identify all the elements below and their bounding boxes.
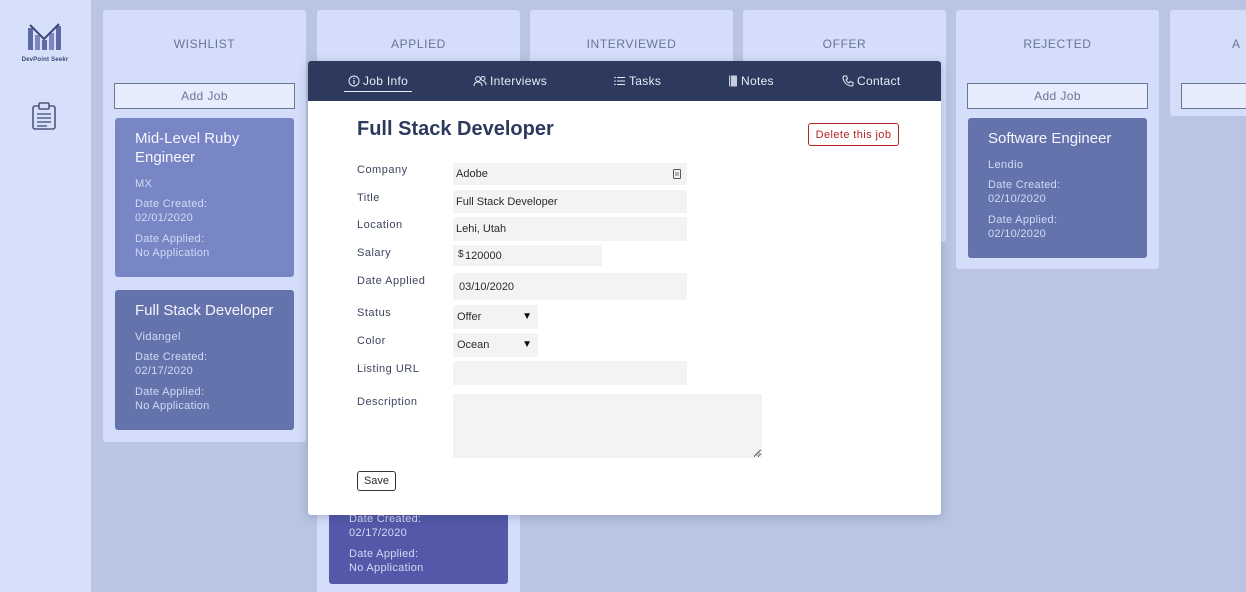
title-input[interactable] [453, 190, 687, 213]
job-modal: Job Info Interviews Tasks Notes Contact … [308, 61, 941, 515]
color-select[interactable]: Ocean ▼ [453, 333, 538, 357]
date-applied-label: Date Applied [357, 275, 426, 287]
card-applied-label: Date Applied: [349, 548, 419, 560]
card-created-date: 02/10/2020 [988, 193, 1047, 205]
location-label: Location [357, 219, 403, 231]
tab-label: Notes [741, 74, 774, 88]
card-created-label: Date Created: [135, 351, 208, 363]
listing-url-label: Listing URL [357, 363, 420, 375]
card-created-label: Date Created: [135, 198, 208, 210]
company-label: Company [357, 164, 408, 176]
card-applied-label: Date Applied: [135, 233, 205, 245]
card-created-date: 02/17/2020 [135, 365, 194, 377]
title-label: Title [357, 192, 380, 204]
modal-tabbar: Job Info Interviews Tasks Notes Contact [308, 61, 941, 101]
tab-tasks[interactable]: Tasks [614, 61, 661, 101]
card-title: Full Stack Developer [135, 302, 274, 319]
card-company: Vidangel [135, 331, 181, 343]
card-created-label: Date Created: [988, 179, 1061, 191]
job-card[interactable]: Software Engineer Lendio Date Created: 0… [968, 118, 1147, 258]
card-title: Mid-Level Ruby Engineer [135, 130, 240, 166]
tab-notes[interactable]: Notes [728, 61, 774, 101]
card-created-date: 02/17/2020 [349, 527, 408, 539]
users-icon [473, 75, 487, 86]
notebook-icon [729, 75, 737, 87]
add-job-button[interactable]: Add Job [967, 83, 1148, 109]
date-applied-input[interactable] [453, 273, 687, 300]
save-button[interactable]: Save [357, 471, 396, 491]
column-title: INTERVIEWED [586, 37, 677, 51]
listing-url-input[interactable] [453, 361, 687, 385]
color-label: Color [357, 335, 386, 347]
modal-title: Full Stack Developer [357, 118, 554, 140]
location-input[interactable] [453, 217, 687, 241]
resize-handle-icon[interactable] [753, 449, 761, 457]
color-value: Ocean [457, 339, 490, 351]
description-textarea[interactable] [453, 394, 762, 458]
dropdown-arrow-icon: ▼ [522, 311, 532, 322]
column-title: OFFER [822, 37, 867, 51]
job-card[interactable]: Mid-Level Ruby Engineer MX Date Created:… [115, 118, 294, 277]
info-icon [348, 75, 360, 87]
salary-currency: $ [458, 249, 464, 260]
app-logo[interactable]: DevPoint Seekr [18, 22, 72, 68]
column-rejected: REJECTED Add Job Software Engineer Lendi… [956, 10, 1159, 269]
add-job-button[interactable] [1181, 83, 1246, 109]
clipboard-icon[interactable] [32, 102, 56, 130]
tab-job-info[interactable]: Job Info [343, 61, 413, 101]
phone-icon [842, 75, 854, 87]
card-company: Lendio [988, 159, 1024, 171]
column-title: WISHLIST [173, 37, 236, 51]
card-applied-label: Date Applied: [135, 386, 205, 398]
column-wishlist: WISHLIST Add Job Mid-Level Ruby Engineer… [103, 10, 306, 442]
contact-card-icon[interactable] [673, 169, 681, 179]
card-applied-date: 02/10/2020 [988, 228, 1047, 240]
job-card[interactable]: Full Stack Developer Vidangel Date Creat… [115, 290, 294, 430]
salary-input[interactable] [453, 245, 602, 266]
status-value: Offer [457, 311, 482, 323]
description-label: Description [357, 396, 418, 408]
card-created-date: 02/01/2020 [135, 212, 194, 224]
tab-label: Job Info [363, 74, 409, 88]
company-input[interactable] [453, 163, 687, 185]
card-company: MX [135, 178, 153, 190]
tab-interviews[interactable]: Interviews [473, 61, 547, 101]
column-partial: A [1170, 10, 1246, 116]
add-job-button[interactable]: Add Job [114, 83, 295, 109]
card-applied-label: Date Applied: [988, 214, 1058, 226]
card-applied-date: No Application [349, 562, 424, 574]
card-applied-date: No Application [135, 247, 210, 259]
delete-job-button[interactable]: Delete this job [808, 123, 899, 146]
tab-label: Contact [857, 74, 901, 88]
tab-label: Tasks [629, 74, 662, 88]
card-title: Software Engineer [988, 130, 1112, 147]
status-select[interactable]: Offer ▼ [453, 305, 538, 329]
tab-contact[interactable]: Contact [842, 61, 900, 101]
sidebar: DevPoint Seekr [0, 0, 91, 592]
column-title: A [1232, 37, 1241, 51]
list-icon [614, 76, 625, 86]
status-label: Status [357, 307, 392, 319]
column-title: REJECTED [1023, 37, 1092, 51]
tab-label: Interviews [490, 74, 548, 88]
column-title: APPLIED [391, 37, 446, 51]
logo-mark-icon [28, 23, 61, 50]
logo-text: DevPoint Seekr [21, 57, 69, 63]
dropdown-arrow-icon: ▼ [522, 339, 532, 350]
salary-label: Salary [357, 247, 392, 259]
card-applied-date: No Application [135, 400, 210, 412]
